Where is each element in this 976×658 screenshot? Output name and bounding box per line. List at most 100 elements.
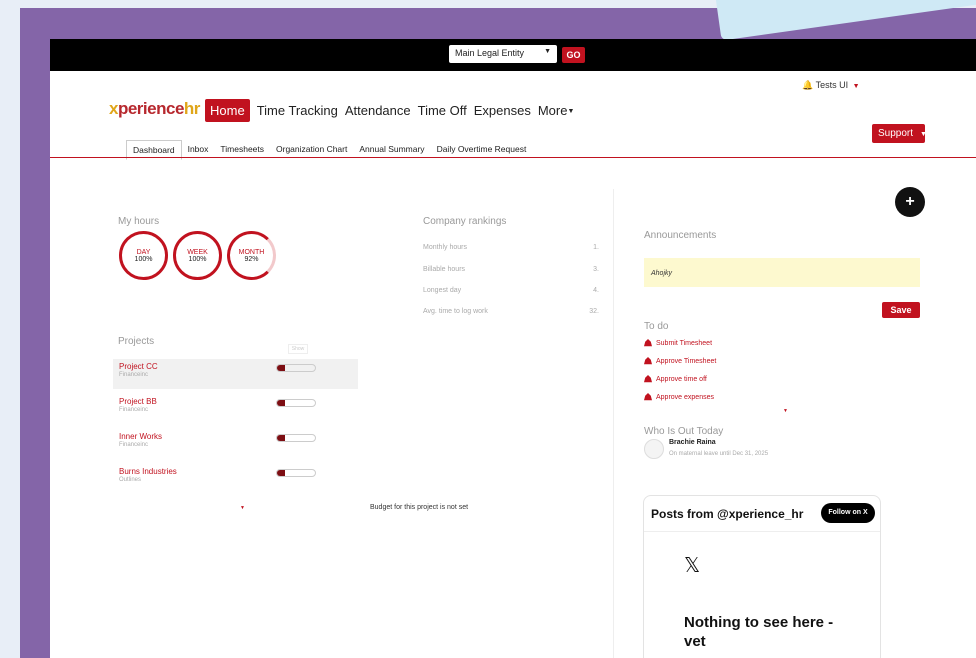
chevron-down-icon: ▼ (920, 131, 927, 138)
project-client: Financeinc (119, 442, 149, 448)
x-empty-message: Nothing to see here - vet (684, 614, 834, 650)
x-logo-icon: 𝕏 (684, 553, 701, 577)
todo-item[interactable]: Approve expenses (644, 393, 714, 402)
company-rankings-title: Company rankings (423, 216, 507, 227)
legal-entity-select[interactable]: Main Legal Entity ▼ (449, 45, 557, 63)
show-button[interactable]: Show (288, 344, 308, 354)
nav-time-off[interactable]: Time Off (418, 100, 467, 121)
project-name[interactable]: Project CC (119, 362, 352, 371)
announcements-title: Announcements (644, 230, 717, 241)
bell-icon (644, 357, 652, 365)
app-window: Main Legal Entity ▼ GO 🔔 Tests UI ▼ xper… (50, 39, 976, 658)
nav-more[interactable]: More▼ (538, 100, 575, 121)
column-divider (613, 189, 614, 658)
nav-time-tracking[interactable]: Time Tracking (257, 100, 338, 121)
project-name[interactable]: Burns Industries (119, 467, 352, 476)
follow-on-x-button[interactable]: Follow on X (821, 503, 875, 523)
my-hours-title: My hours (118, 216, 160, 227)
month-ring: MONTH 92% (227, 231, 276, 280)
bell-icon (644, 393, 652, 401)
budget-note: Budget for this project is not set (370, 504, 469, 511)
logo-middle: perience (117, 99, 184, 118)
my-hours-rings: DAY 100% WEEK 100% MONTH 92% (119, 231, 276, 280)
announcement-text[interactable]: Ahojky (644, 258, 920, 287)
project-row[interactable]: Project BB Financeinc (113, 394, 358, 424)
bell-icon (644, 339, 652, 347)
project-progress-bar (276, 399, 316, 407)
chevron-down-icon: ▼ (544, 48, 551, 55)
project-progress-bar (276, 434, 316, 442)
day-ring: DAY 100% (119, 231, 168, 280)
main-nav: Home Time Tracking Attendance Time Off E… (205, 99, 574, 122)
project-row[interactable]: Inner Works Financeinc (113, 429, 358, 459)
avatar (644, 439, 664, 459)
nav-attendance[interactable]: Attendance (345, 100, 411, 121)
logo-suffix: hr (183, 99, 201, 118)
nav-expenses[interactable]: Expenses (474, 100, 531, 121)
progress-fill (277, 400, 285, 406)
todo-item-label: Submit Timesheet (656, 340, 713, 347)
ranking-value: 4. (593, 287, 599, 294)
project-row[interactable]: Project CC Financeinc (113, 359, 358, 389)
ranking-row: Longest day 4. (423, 287, 599, 294)
todo-item[interactable]: Approve Timesheet (644, 357, 716, 366)
expand-todo-icon[interactable]: ▼ (783, 408, 788, 414)
todo-title: To do (644, 321, 669, 332)
ranking-label: Longest day (423, 287, 462, 294)
project-name[interactable]: Project BB (119, 397, 352, 406)
ranking-row: Avg. time to log work 32. (423, 308, 599, 315)
user-menu[interactable]: 🔔 Tests UI ▼ (802, 80, 860, 91)
bell-icon: 🔔 (802, 80, 814, 90)
nav-home[interactable]: Home (205, 99, 250, 122)
user-name: Tests UI (815, 80, 849, 90)
ranking-row: Monthly hours 1. (423, 244, 599, 251)
out-today-title: Who Is Out Today (644, 426, 724, 437)
save-button[interactable]: Save (882, 302, 920, 318)
project-progress-bar (276, 364, 316, 372)
projects-title: Projects (118, 336, 155, 347)
out-person-name: Brachie Raina (669, 439, 716, 446)
go-button[interactable]: GO (562, 47, 585, 63)
week-ring: WEEK 100% (173, 231, 222, 280)
todo-item-label: Approve expenses (656, 394, 714, 401)
week-value: 100% (188, 255, 207, 263)
todo-item[interactable]: Approve time off (644, 375, 707, 384)
support-button[interactable]: Support ▼ (872, 124, 927, 143)
subnav-divider (50, 157, 976, 158)
month-label: MONTH (238, 248, 265, 256)
x-widget-title: Posts from @xperience_hr (651, 507, 804, 521)
ranking-value: 32. (589, 308, 599, 315)
todo-item-label: Approve Timesheet (656, 358, 717, 365)
ranking-label: Avg. time to log work (423, 308, 488, 315)
todo-item[interactable]: Submit Timesheet (644, 339, 712, 348)
bell-icon (644, 375, 652, 383)
project-client: Outlines (119, 477, 142, 483)
x-widget-header: Posts from @xperience_hr Follow on X (644, 496, 880, 532)
chevron-down-icon: ▼ (852, 83, 860, 90)
nav-more-label: More (537, 103, 568, 118)
support-label: Support (878, 128, 914, 139)
ranking-value: 3. (593, 266, 599, 273)
week-label: WEEK (187, 248, 208, 256)
chevron-down-icon: ▼ (567, 108, 575, 116)
day-label: DAY (136, 248, 151, 256)
project-name[interactable]: Inner Works (119, 432, 352, 441)
todo-item-label: Approve time off (656, 376, 707, 383)
ranking-row: Billable hours 3. (423, 266, 599, 273)
progress-fill (277, 365, 285, 371)
ranking-label: Billable hours (423, 266, 466, 273)
logo-prefix: x (109, 99, 118, 118)
out-today-person: Brachie Raina On maternal leave until De… (644, 439, 768, 459)
day-value: 100% (134, 255, 153, 263)
project-client: Financeinc (119, 372, 149, 378)
project-progress-bar (276, 469, 316, 477)
expand-projects-icon[interactable]: ▼ (240, 505, 245, 511)
project-row[interactable]: Burns Industries Outlines (113, 464, 358, 494)
xperiencehr-logo[interactable]: xperiencehr (109, 99, 200, 119)
add-button[interactable]: + (895, 187, 925, 217)
progress-fill (277, 470, 285, 476)
progress-fill (277, 435, 285, 441)
background-strip-left (0, 0, 20, 658)
legal-entity-value: Main Legal Entity (455, 48, 525, 58)
out-person-detail: On maternal leave until Dec 31, 2025 (669, 451, 769, 457)
